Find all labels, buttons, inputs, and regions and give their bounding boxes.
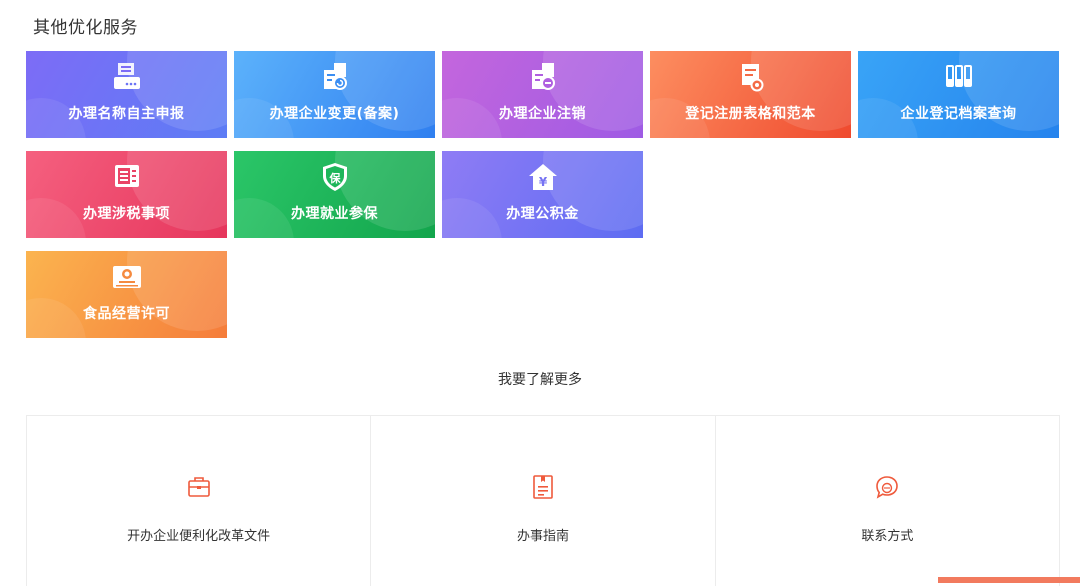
form-template-icon — [734, 61, 768, 93]
chat-bubble-icon — [874, 474, 900, 500]
svg-text:¥: ¥ — [538, 175, 547, 189]
svg-text:保: 保 — [328, 171, 341, 185]
card-label: 开办企业便利化改革文件 — [127, 529, 271, 544]
tile-enterprise-change[interactable]: 办理企业变更(备案) — [234, 51, 435, 138]
service-tiles: 办理名称自主申报 办理企业变更(备案) 办理企业注销 登记注册表格和范本 企业登… — [26, 51, 1060, 338]
tile-label: 食品经营许可 — [83, 306, 170, 322]
enterprise-change-icon — [318, 61, 352, 93]
card-reform-documents[interactable]: 开办企业便利化改革文件 — [27, 416, 372, 586]
insurance-shield-icon: 保 — [318, 161, 352, 193]
tile-label: 办理企业变更(备案) — [269, 106, 400, 122]
learn-more-title: 我要了解更多 — [498, 372, 582, 388]
archive-query-icon — [942, 61, 976, 93]
card-label: 联系方式 — [861, 529, 914, 544]
learn-more-cards: 开办企业便利化改革文件 办事指南 联系方式 — [26, 415, 1060, 586]
tile-food-license[interactable]: 食品经营许可 — [26, 251, 227, 338]
card-service-guide[interactable]: 办事指南 — [371, 416, 716, 586]
enterprise-cancel-icon — [526, 61, 560, 93]
tile-enterprise-cancel[interactable]: 办理企业注销 — [442, 51, 643, 138]
tile-housing-fund[interactable]: ¥ 办理公积金 — [442, 151, 643, 238]
section-title: 其他优化服务 — [33, 18, 138, 38]
food-license-icon — [110, 261, 144, 293]
tile-label: 办理就业参保 — [291, 206, 378, 222]
tile-label: 登记注册表格和范本 — [685, 106, 816, 122]
tile-label: 办理企业注销 — [499, 106, 586, 122]
name-declare-icon — [110, 61, 144, 93]
tile-tax-matters[interactable]: 办理涉税事项 — [26, 151, 227, 238]
tile-label: 企业登记档案查询 — [900, 106, 1017, 122]
tile-label: 办理名称自主申报 — [68, 106, 185, 122]
tile-name-declaration[interactable]: 办理名称自主申报 — [26, 51, 227, 138]
card-label: 办事指南 — [516, 529, 569, 544]
tile-form-template[interactable]: 登记注册表格和范本 — [650, 51, 851, 138]
tile-label: 办理公积金 — [506, 206, 579, 222]
guide-book-icon — [530, 474, 556, 500]
card-contact[interactable]: 联系方式 — [716, 416, 1059, 586]
tax-icon — [110, 161, 144, 193]
tile-employment-insurance[interactable]: 保 办理就业参保 — [234, 151, 435, 238]
briefcase-icon — [186, 474, 212, 500]
housing-fund-icon: ¥ — [526, 161, 560, 193]
tile-archive-query[interactable]: 企业登记档案查询 — [858, 51, 1059, 138]
corner-decoration — [938, 577, 1080, 583]
tile-label: 办理涉税事项 — [83, 206, 170, 222]
